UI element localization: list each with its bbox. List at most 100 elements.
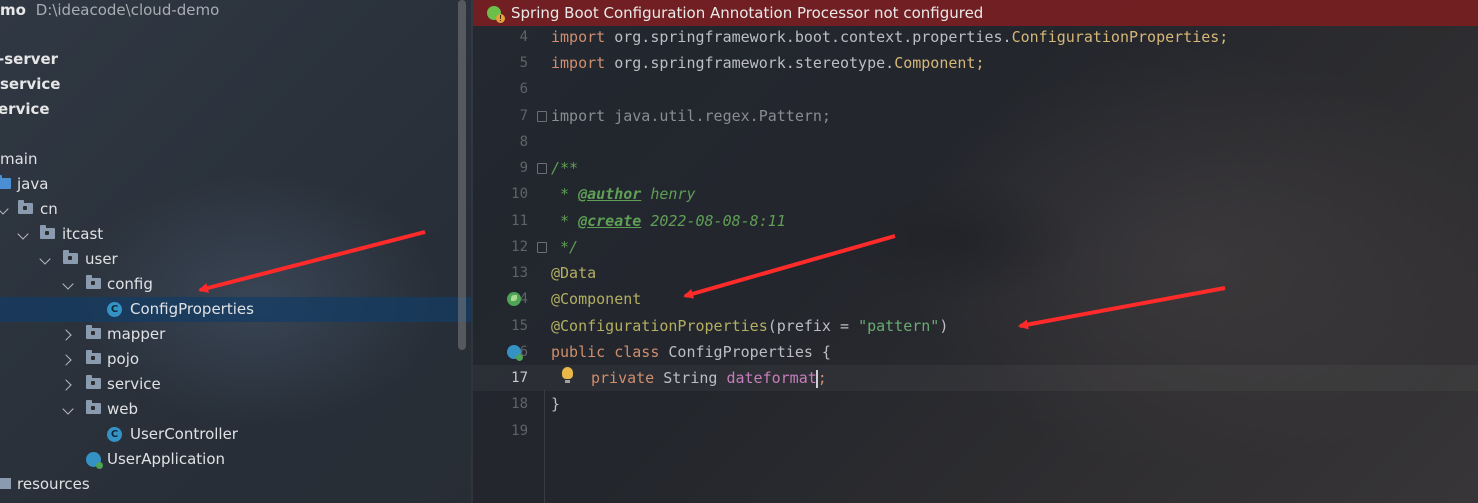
comment-prefix: * xyxy=(551,185,579,203)
package-name: org.springframework.boot.context.propert… xyxy=(614,28,1012,46)
annotation: @ConfigurationProperties xyxy=(551,317,768,335)
line-number: 4 xyxy=(519,29,528,45)
chevron-down-icon[interactable] xyxy=(62,403,74,415)
class-ref: ConfigurationProperties; xyxy=(1011,28,1229,46)
tree-item-label: main xyxy=(0,150,38,168)
tree-item-resources[interactable]: resources xyxy=(0,472,471,497)
string-literal: "pattern" xyxy=(858,317,940,335)
resources-folder-icon xyxy=(0,478,11,489)
code-line-13[interactable]: @Data xyxy=(551,260,596,286)
comment-prefix: * xyxy=(551,212,579,230)
javadoc-tag: @author xyxy=(578,185,642,203)
project-header: mo D:\ideacode\cloud-demo xyxy=(0,0,219,22)
package-icon xyxy=(86,350,101,364)
javadoc-tag: @create xyxy=(578,212,642,230)
tree-item-itcast[interactable]: itcast xyxy=(0,222,471,247)
tree-item-label: pojo xyxy=(107,350,140,368)
tree-item-service[interactable]: service xyxy=(0,372,471,397)
spring-bean-icon[interactable] xyxy=(507,292,521,306)
line-number: 18 xyxy=(511,396,528,412)
tree-item-label: user xyxy=(85,250,118,268)
source-folder-icon xyxy=(0,175,11,189)
code-line-5[interactable]: import org.springframework.stereotype.Co… xyxy=(551,50,985,76)
line-number: 6 xyxy=(519,81,528,97)
fold-marker-icon[interactable] xyxy=(537,163,547,174)
code-line-14[interactable]: @Component xyxy=(551,286,641,312)
tree-item-label: service xyxy=(107,375,161,393)
package-icon xyxy=(86,400,101,414)
tree-item-pojo[interactable]: pojo xyxy=(0,347,471,372)
tree-item-configproperties[interactable]: C ConfigProperties xyxy=(0,297,471,322)
spring-warning-icon xyxy=(487,6,505,23)
module-label: -server xyxy=(0,50,59,68)
lightbulb-icon[interactable] xyxy=(562,367,573,383)
module-row[interactable]: -server xyxy=(0,47,471,72)
tree-item-web[interactable]: web xyxy=(0,397,471,422)
code-line-10[interactable]: * @author henry xyxy=(551,181,696,207)
chevron-down-icon[interactable] xyxy=(17,228,29,240)
code-line-11[interactable]: * @create 2022-08-08-8:11 xyxy=(551,208,786,234)
tree-item-label: mapper xyxy=(107,325,166,343)
line-number: 7 xyxy=(519,108,528,124)
fold-marker-icon[interactable] xyxy=(537,111,547,122)
javadoc-value: henry xyxy=(641,185,696,203)
keyword: public class xyxy=(551,343,669,361)
tree-item-main[interactable]: main xyxy=(0,147,471,172)
code-line-17[interactable]: private String dateformat; xyxy=(591,365,827,391)
tree-item-java[interactable]: java xyxy=(0,172,471,197)
line-number: 11 xyxy=(511,213,528,229)
code-line-12[interactable]: */ xyxy=(551,234,578,260)
semicolon: ; xyxy=(817,369,827,387)
tree-item-label: itcast xyxy=(62,225,104,243)
tree-item-label: ConfigProperties xyxy=(130,300,254,318)
tree-item-label: java xyxy=(17,175,49,193)
fold-marker-icon[interactable] xyxy=(537,242,547,253)
line-number: 9 xyxy=(519,160,528,176)
tree-item-cn[interactable]: cn xyxy=(0,197,471,222)
module-row[interactable]: ervice xyxy=(0,97,471,122)
keyword: import xyxy=(551,28,615,46)
line-number: 13 xyxy=(511,265,528,281)
chevron-down-icon[interactable] xyxy=(62,278,74,290)
module-row[interactable]: service xyxy=(0,72,471,97)
code-line-9[interactable]: /** xyxy=(551,155,578,181)
line-number: 5 xyxy=(519,55,528,71)
code-line-18[interactable]: } xyxy=(551,391,560,417)
notification-banner[interactable]: Spring Boot Configuration Annotation Pro… xyxy=(473,0,1478,26)
code-line-15[interactable]: @ConfigurationProperties(prefix = "patte… xyxy=(551,313,948,339)
tree-item-userapplication[interactable]: UserApplication xyxy=(0,447,471,472)
tree-item-user[interactable]: user xyxy=(0,247,471,272)
banner-text: Spring Boot Configuration Annotation Pro… xyxy=(511,4,984,22)
class-icon: C xyxy=(107,302,122,317)
tree-item-mapper[interactable]: mapper xyxy=(0,322,471,347)
keyword: import xyxy=(551,54,615,72)
package-icon xyxy=(18,200,33,214)
chevron-right-icon[interactable] xyxy=(60,354,72,366)
project-name[interactable]: mo xyxy=(0,1,26,19)
field-name: dateformat xyxy=(726,369,817,387)
class-ref: Component; xyxy=(894,54,985,72)
tree-item-label: UserController xyxy=(130,425,238,443)
spring-bean-class-icon[interactable] xyxy=(507,345,523,361)
class-name: ConfigProperties { xyxy=(668,343,831,361)
tree-item-label: cn xyxy=(40,200,58,218)
code-line-7[interactable]: import java.util.regex.Pattern; xyxy=(551,103,831,129)
chevron-down-icon[interactable] xyxy=(39,253,51,265)
code-editor[interactable]: Spring Boot Configuration Annotation Pro… xyxy=(473,0,1478,503)
annotation-args: (prefix = xyxy=(767,317,859,335)
tree-scrollbar[interactable] xyxy=(458,0,466,350)
chevron-right-icon[interactable] xyxy=(60,379,72,391)
tree-item-usercontroller[interactable]: C UserController xyxy=(0,422,471,447)
chevron-right-icon[interactable] xyxy=(60,329,72,341)
tree-item-label: resources xyxy=(17,475,90,493)
module-label: service xyxy=(0,75,61,93)
package-icon xyxy=(86,325,101,339)
chevron-down-icon[interactable] xyxy=(0,203,9,215)
code-line-16[interactable]: public class ConfigProperties { xyxy=(551,339,831,365)
tree-item-config[interactable]: config xyxy=(0,272,471,297)
class-icon: C xyxy=(107,427,122,442)
package-icon xyxy=(86,275,101,289)
package-icon xyxy=(40,225,55,239)
package-name: org.springframework.stereotype. xyxy=(614,54,895,72)
code-line-4[interactable]: import org.springframework.boot.context.… xyxy=(551,24,1228,50)
